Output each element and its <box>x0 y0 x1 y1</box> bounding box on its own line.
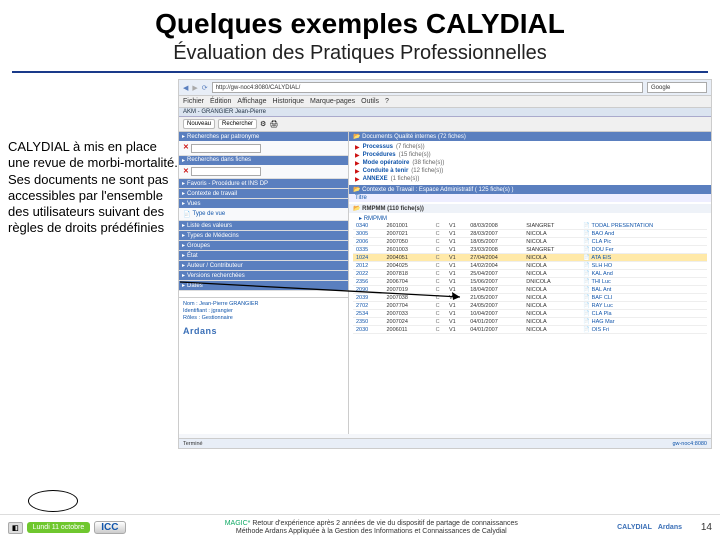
doc-item[interactable]: ▶ Conduite à tenir (12 fiche(s)) <box>355 167 705 175</box>
screenshot-panel: ◀ ▶ ⟳ http://gw-noc4:8080/CALYDIAL/ Goog… <box>178 79 712 449</box>
menu-edit[interactable]: Édition <box>210 98 231 105</box>
panel-contexte[interactable]: ▸Contexte de travail <box>179 189 348 198</box>
slide-subtitle: Évaluation des Pratiques Professionnelle… <box>0 42 720 65</box>
menu-bookmarks[interactable]: Marque-pages <box>310 98 355 105</box>
menu-view[interactable]: Affichage <box>237 98 266 105</box>
panel-vues[interactable]: ▸Vues <box>179 199 348 208</box>
id-ident: Identifiant : jgrangier <box>183 308 344 315</box>
doc-item[interactable]: ▶ Processus (7 fiche(s)) <box>355 143 705 151</box>
panel-versions[interactable]: ▸Versions recherchées <box>179 271 348 280</box>
doc-item[interactable]: ▶ ANNEXE (1 fiche(s)) <box>355 175 705 183</box>
footer-date: Lundi 11 octobre <box>27 522 91 533</box>
menu-file[interactable]: Fichier <box>183 98 204 105</box>
table-row[interactable]: 23502007024CV104/01/2007NICOLA📄 HAG Mar <box>353 318 707 326</box>
table-row[interactable]: 20902007019CV118/04/2007NICOLA📄 BAL Ant <box>353 286 707 294</box>
patronyme-input[interactable] <box>191 144 261 153</box>
table-row[interactable]: 30052007021CV128/03/2007NICOLA📄 BAO And <box>353 230 707 238</box>
panel-groupes[interactable]: ▸Groupes <box>179 241 348 250</box>
back-icon[interactable]: ◀ <box>183 84 188 92</box>
browser-nav-bar: ◀ ▶ ⟳ http://gw-noc4:8080/CALYDIAL/ Goog… <box>179 80 711 96</box>
clear-icon[interactable]: ✕ <box>183 168 189 175</box>
table-row[interactable]: 20062007050CV118/05/2007NICOLA📄 CLA Pic <box>353 238 707 246</box>
menu-tools[interactable]: Outils <box>361 98 379 105</box>
panel-recherches-patronyme[interactable]: ▸Recherches par patronyme <box>179 132 348 141</box>
new-button[interactable]: Nouveau <box>183 119 215 129</box>
ardans-footer-logo: Ardans <box>658 524 682 531</box>
doc-item[interactable]: ▶ Mode opératoire (38 fiche(s)) <box>355 159 705 167</box>
app-toolbar: Nouveau Rechercher ⚙ 🖨 <box>179 117 711 132</box>
table-row[interactable]: 03352601003CV123/03/2008SIANGRET📄 DOU Fe… <box>353 246 707 254</box>
forward-icon[interactable]: ▶ <box>192 84 197 92</box>
table-row[interactable]: 27022007704CV124/05/2007NICOLA📄 RAY Luc <box>353 302 707 310</box>
context-header: 📂 Contexte de Travail : Espace Administr… <box>349 185 711 194</box>
rmm-group[interactable]: 📂 RMPMM (110 fiche(s)) <box>349 204 711 213</box>
id-roles: Rôles : Gestionnaire <box>183 315 344 322</box>
triangle-icon: ▶ <box>355 144 360 151</box>
print-icon[interactable]: 🖨 <box>269 120 278 128</box>
triangle-icon: ▶ <box>355 152 360 159</box>
panel-types-medecins[interactable]: ▸Types de Médecins <box>179 231 348 240</box>
small-logo: ◧ <box>8 522 23 534</box>
main-area: 📂 Documents Qualité internes (72 fiches)… <box>349 132 711 434</box>
tab-bar: AKM - GRANGIER Jean-Pierre <box>179 108 711 117</box>
panel-recherches-fiches[interactable]: ▸Recherches dans fiches <box>179 156 348 165</box>
fiches-input[interactable] <box>191 167 261 176</box>
panel-dates[interactable]: ▸Dates <box>179 281 348 290</box>
triangle-icon: ▶ <box>355 160 360 167</box>
table-row[interactable]: 03402601001CV108/03/2008SIANGRET📄 TODAL … <box>353 222 707 230</box>
url-input[interactable]: http://gw-noc4:8080/CALYDIAL/ <box>212 82 643 93</box>
table-row[interactable]: 10242004051CV127/04/2004NICOLA📄 ATA EIS <box>353 254 707 262</box>
menu-help[interactable]: ? <box>385 98 389 105</box>
search-input[interactable]: Google <box>647 82 707 93</box>
clear-icon[interactable]: ✕ <box>183 144 189 151</box>
table-row[interactable]: 25342007033CV110/04/2007NICOLA📄 CLA Pla <box>353 310 707 318</box>
panel-favoris[interactable]: ▸Favoris - Procédure et INS DP <box>179 179 348 188</box>
col-title[interactable]: Titre <box>349 194 711 202</box>
panel-auteur[interactable]: ▸Auteur / Contributeur <box>179 261 348 270</box>
footer-text: MAGIC* Retour d'expérience après 2 année… <box>132 520 612 535</box>
tool-icon[interactable]: ⚙ <box>260 120 266 128</box>
slide-footer: ◧ Lundi 11 octobre ICC MAGIC* Retour d'e… <box>0 514 720 540</box>
search-button[interactable]: Rechercher <box>218 119 257 129</box>
menu-history[interactable]: Historique <box>272 98 304 105</box>
slide-title: Quelques exemples CALYDIAL <box>0 0 720 40</box>
triangle-icon: ▶ <box>355 176 360 183</box>
file-table: 03402601001CV108/03/2008SIANGRET📄 TODAL … <box>353 222 707 334</box>
calydial-logo: CALYDIAL <box>617 524 652 531</box>
table-row[interactable]: 20222007818CV125/04/2007NICOLA📄 KAL And <box>353 270 707 278</box>
table-row[interactable]: 23562006704CV115/06/2007DNICOLA📄 THI Luc <box>353 278 707 286</box>
id-name: Nom : Jean-Pierre GRANGIER <box>183 301 344 308</box>
doc-list: ▶ Processus (7 fiche(s))▶ Procédures (15… <box>349 141 711 185</box>
annotation-text: CALYDIAL à mis en place une revue de mor… <box>8 79 178 449</box>
sidebar: ▸Recherches par patronyme ✕ ▸Recherches … <box>179 132 349 434</box>
annotation-ellipse <box>28 490 78 512</box>
table-row[interactable]: 20392007038CV121/05/2007NICOLA📄 BAF CLI <box>353 294 707 302</box>
doc-item[interactable]: ▶ Procédures (15 fiche(s)) <box>355 151 705 159</box>
identity-block: Nom : Jean-Pierre GRANGIER Identifiant :… <box>179 297 348 341</box>
ardans-logo: Ardans <box>183 326 344 338</box>
rmm-subgroup[interactable]: ▸ RMPMM <box>349 215 711 222</box>
panel-etat[interactable]: ▸État <box>179 251 348 260</box>
triangle-icon: ▶ <box>355 168 360 175</box>
table-row[interactable]: 20302006011CV104/01/2007NICOLA📄 OIS Fri <box>353 326 707 334</box>
browser-tab[interactable]: AKM - GRANGIER Jean-Pierre <box>183 109 266 115</box>
page-number: 14 <box>688 522 712 533</box>
table-row[interactable]: 20122004025CV114/02/2004NICOLA📄 SLH HO <box>353 262 707 270</box>
icc-logo: ICC <box>94 521 125 534</box>
menu-bar: Fichier Édition Affichage Historique Mar… <box>179 96 711 108</box>
link-type-vue[interactable]: 📄 Type de vue <box>183 210 344 218</box>
docs-header: 📂 Documents Qualité internes (72 fiches) <box>349 132 711 141</box>
panel-liste-valeurs[interactable]: ▸Liste des valeurs <box>179 221 348 230</box>
reload-icon[interactable]: ⟳ <box>202 84 208 92</box>
